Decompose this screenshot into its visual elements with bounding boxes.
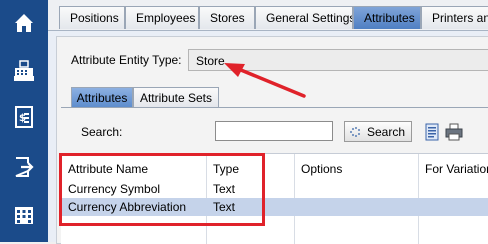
annotation-highlight-box	[59, 153, 265, 226]
register-button[interactable]	[5, 54, 43, 88]
subtab-attributes[interactable]: Attributes	[71, 87, 133, 107]
search-button-label: Search	[367, 124, 406, 139]
tab-printers[interactable]: Printers and	[421, 6, 488, 29]
grid-building-icon	[15, 207, 33, 224]
export-icon[interactable]	[425, 123, 441, 141]
home-button[interactable]	[5, 6, 43, 40]
sub-tab-bar: Attributes Attribute Sets	[61, 85, 488, 108]
sidebar: $	[0, 0, 48, 242]
top-tab-bar: Positions Employees Stores General Setti…	[48, 0, 488, 31]
tab-general-settings[interactable]: General Settings	[255, 6, 353, 29]
tab-stores[interactable]: Stores	[199, 6, 255, 29]
subtab-attribute-sets[interactable]: Attribute Sets	[133, 87, 219, 107]
search-dots-icon	[350, 126, 360, 137]
tab-employees[interactable]: Employees	[125, 6, 199, 29]
search-input[interactable]	[215, 121, 333, 141]
cash-register-icon	[14, 60, 34, 81]
tab-positions[interactable]: Positions	[59, 6, 125, 29]
printer-icon[interactable]	[445, 123, 463, 141]
logout-icon	[15, 157, 34, 177]
column-header-variation[interactable]: For Variation	[418, 160, 488, 178]
logout-button[interactable]	[5, 150, 43, 184]
entity-type-label: Attribute Entity Type:	[71, 53, 182, 67]
receipt-icon: $	[15, 106, 33, 128]
entity-type-field[interactable]: Store	[188, 49, 488, 71]
stores-button[interactable]	[5, 198, 43, 232]
receipts-button[interactable]: $	[5, 100, 43, 134]
tab-attributes[interactable]: Attributes	[353, 6, 421, 29]
home-icon	[15, 14, 33, 32]
column-header-options[interactable]: Options	[294, 160, 418, 178]
search-button[interactable]: Search	[344, 121, 412, 142]
search-label: Search:	[81, 125, 123, 139]
